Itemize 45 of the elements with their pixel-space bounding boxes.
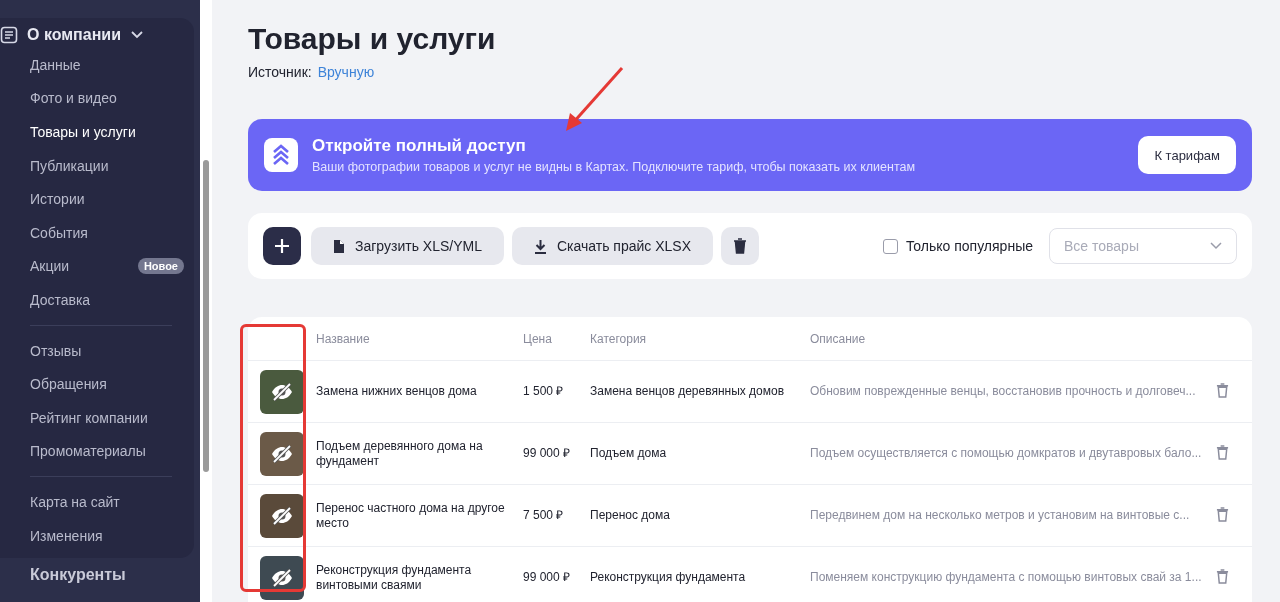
description-cell-text: Передвинем дом на несколько метров и установим на винтовые с...	[810, 508, 1191, 523]
sidebar-item[interactable]: Промоматериалы	[30, 443, 146, 460]
sidebar-item[interactable]: Истории	[30, 191, 85, 208]
source-label: Источник:	[248, 64, 312, 80]
category-cell-text: Замена венцов деревянных домов	[590, 384, 786, 399]
category-cell-text: Перенос дома	[590, 508, 671, 523]
sidebar-item[interactable]: Фото и видео	[30, 90, 117, 107]
price-cell-text: 99 000 ₽	[523, 446, 572, 461]
product-name: Подъем деревянного дома на фундамент	[316, 438, 484, 469]
sidebar-item[interactable]: Данные	[30, 56, 81, 73]
sidebar-item[interactable]: Публикации	[30, 157, 109, 174]
column-header: Описание	[810, 331, 866, 346]
description-cell-text: Подъем осуществляется с помощью домкратов и двутавровых бало...	[810, 446, 1203, 461]
sidebar-item[interactable]: Рейтинг компании	[30, 409, 148, 426]
price-cell-text: 1 500 ₽	[523, 384, 565, 399]
sidebar-item[interactable]: События	[30, 224, 88, 241]
price-cell-text: 7 500 ₽	[523, 508, 565, 523]
sidebar-item[interactable]: Доставка	[30, 291, 91, 308]
product-name: Реконструкция фундамента винтовыми сваями	[316, 562, 473, 593]
sidebar-item[interactable]: Товары и услуги	[30, 124, 136, 140]
column-header: Цена	[523, 331, 552, 346]
description-cell-text: Поменяем конструкцию фундамента с помощью винтовых свай за 1...	[810, 570, 1203, 585]
category-cell-text: Реконструкция фундамента	[590, 570, 747, 585]
sidebar-item[interactable]: Отзывы	[30, 342, 82, 359]
upload-button[interactable]: Загрузить XLS/YML	[311, 227, 504, 265]
sidebar-item[interactable]: Акции	[30, 258, 70, 275]
sidebar-section[interactable]: Конкуренты	[0, 558, 200, 585]
section-header[interactable]: О компании	[0, 26, 194, 48]
price-cell-text: 99 000 ₽	[523, 570, 572, 585]
category-cell-text: Подъем дома	[590, 446, 668, 461]
product-name: Замена нижних венцов дома	[316, 384, 478, 399]
page-title: Товары и услуги	[248, 22, 497, 56]
new-badge: Новое	[137, 258, 184, 275]
column-header: Название	[316, 331, 370, 346]
checkbox-label: Только популярные	[905, 238, 1033, 254]
sidebar-item[interactable]: Карта на сайт	[30, 493, 120, 510]
download-button[interactable]: Скачать прайс XLSX	[511, 227, 713, 265]
sidebar-item[interactable]: Обращения	[30, 376, 107, 393]
column-header: Категория	[590, 331, 647, 346]
description-cell-text: Обновим поврежденные венцы, восстановив прочность и долговеч...	[810, 384, 1197, 399]
banner-text: Ваши фотографии товаров и услуг не видны в Картах. Подключите тариф, чтобы показать их клиентам	[312, 160, 916, 174]
tariffs-button[interactable]: К тарифам	[1138, 136, 1236, 174]
banner-title: Откройте полный доступ	[312, 136, 527, 156]
sidebar-item[interactable]: Изменения	[30, 527, 103, 544]
product-name: Перенос частного дома на другое место	[316, 500, 506, 531]
